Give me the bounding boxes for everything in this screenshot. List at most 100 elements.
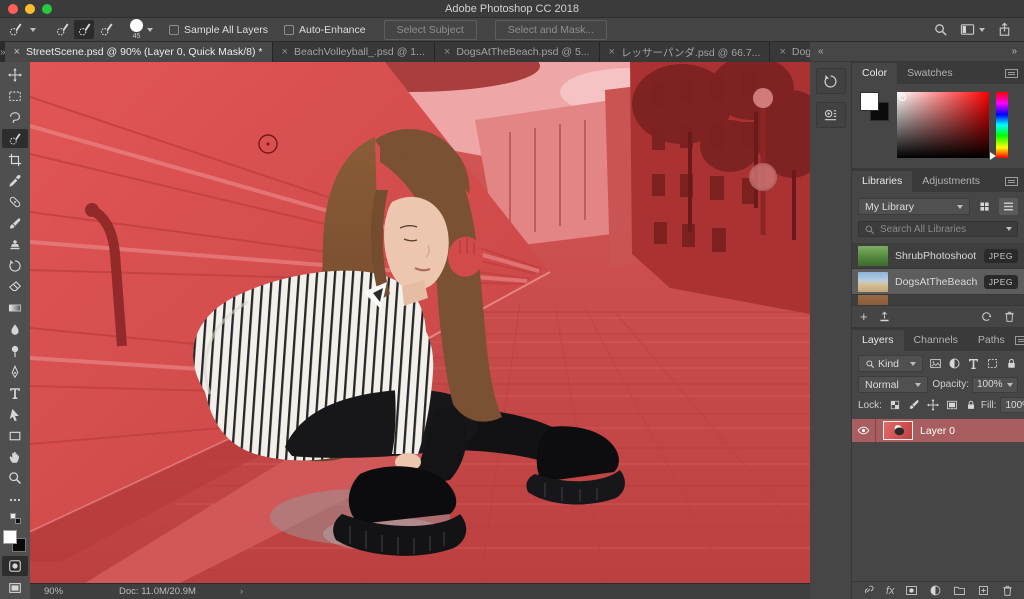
- layer-style-button[interactable]: fx: [886, 585, 895, 597]
- blur-tool[interactable]: [2, 320, 28, 340]
- close-icon[interactable]: ×: [282, 46, 288, 58]
- workspace-switcher[interactable]: [960, 22, 985, 37]
- layer-name[interactable]: Layer 0: [920, 425, 955, 437]
- expand-panels-icon[interactable]: »: [1011, 46, 1016, 57]
- library-item-shrubphotoshoot[interactable]: ShrubPhotoshoot JPEG: [852, 243, 1024, 269]
- hue-slider-pointer[interactable]: [990, 152, 996, 160]
- history-panel-button[interactable]: [815, 68, 846, 94]
- library-search-field[interactable]: Search All Libraries: [858, 221, 1018, 237]
- delete-layer-icon[interactable]: [1001, 584, 1014, 597]
- layer-row-layer0[interactable]: Layer 0: [852, 419, 1024, 442]
- collapse-panels-icon[interactable]: «: [818, 46, 823, 57]
- library-item-dogsatthebeach[interactable]: DogsAtTheBeach JPEG: [852, 269, 1024, 295]
- opacity-input[interactable]: 100%: [972, 376, 1018, 393]
- tab-lesserpanda[interactable]: × レッサーパンダ.psd @ 66.7...: [599, 42, 771, 62]
- filter-type-layers-icon[interactable]: [967, 357, 980, 370]
- tab-paths[interactable]: Paths: [968, 330, 1015, 351]
- foreground-background-colors[interactable]: [3, 529, 27, 554]
- auto-enhance-checkbox[interactable]: [284, 24, 295, 35]
- subtract-from-selection-button[interactable]: [96, 20, 116, 39]
- tab-streetscene[interactable]: × StreetScene.psd @ 90% (Layer 0, Quick …: [4, 42, 273, 62]
- crop-tool[interactable]: [2, 150, 28, 170]
- filter-shape-layers-icon[interactable]: [986, 357, 999, 370]
- clone-stamp-tool[interactable]: [2, 235, 28, 255]
- close-icon[interactable]: ×: [609, 46, 615, 58]
- close-icon[interactable]: ×: [779, 46, 785, 58]
- select-and-mask-button[interactable]: Select and Mask...: [494, 19, 608, 40]
- edit-toolbar-button[interactable]: [2, 490, 28, 510]
- auto-enhance-option[interactable]: Auto-Enhance: [284, 24, 366, 36]
- new-selection-button[interactable]: [52, 20, 72, 39]
- gradient-tool[interactable]: [2, 299, 28, 319]
- canvas-image[interactable]: [30, 62, 810, 583]
- grid-view-button[interactable]: [975, 198, 994, 215]
- brush-size-picker[interactable]: 45: [130, 19, 143, 40]
- tool-preset-picker[interactable]: [8, 22, 36, 37]
- trash-icon[interactable]: [1003, 310, 1016, 323]
- adjustment-layer-icon[interactable]: [929, 584, 942, 597]
- color-field-cursor[interactable]: [899, 94, 906, 101]
- sample-all-layers-checkbox[interactable]: [169, 24, 179, 35]
- eraser-tool[interactable]: [2, 277, 28, 297]
- status-chevron-icon[interactable]: ›: [240, 586, 243, 597]
- brush-tool[interactable]: [2, 214, 28, 234]
- add-to-selection-button[interactable]: [74, 20, 94, 39]
- layer-thumbnail[interactable]: [883, 421, 913, 440]
- list-view-button[interactable]: [999, 198, 1018, 215]
- lock-artboard-icon[interactable]: [946, 399, 958, 411]
- tab-color[interactable]: Color: [852, 62, 898, 84]
- eyedropper-tool[interactable]: [2, 171, 28, 191]
- link-layers-icon[interactable]: [862, 584, 875, 597]
- close-icon[interactable]: ×: [14, 46, 20, 58]
- lock-transparency-icon[interactable]: [889, 399, 901, 411]
- history-brush-tool[interactable]: [2, 256, 28, 276]
- screen-mode-button[interactable]: [2, 578, 28, 598]
- sample-all-layers-option[interactable]: Sample All Layers: [169, 24, 268, 36]
- tab-libraries[interactable]: Libraries: [852, 170, 913, 192]
- lasso-tool[interactable]: [2, 107, 28, 127]
- rectangle-tool[interactable]: [2, 426, 28, 446]
- device-preview-panel-button[interactable]: [815, 102, 846, 128]
- tab-layers[interactable]: Layers: [852, 329, 904, 351]
- tab-dogsatthebeach-psd[interactable]: × DogsAtTheBeach.psd @ 5...: [434, 42, 600, 62]
- quick-selection-tool[interactable]: [2, 128, 28, 149]
- foreground-color-swatch[interactable]: [860, 92, 879, 111]
- panel-menu-icon[interactable]: [1005, 68, 1018, 78]
- zoom-level[interactable]: 90%: [44, 586, 63, 597]
- fill-input[interactable]: 100%: [1000, 397, 1024, 413]
- library-item-partial[interactable]: [852, 295, 1024, 305]
- color-panel-swatches[interactable]: [860, 92, 890, 122]
- lock-position-icon[interactable]: [927, 399, 939, 411]
- blend-mode-select[interactable]: Normal: [858, 376, 929, 393]
- tab-swatches[interactable]: Swatches: [897, 63, 963, 84]
- chevron-down-icon[interactable]: [147, 27, 153, 32]
- search-icon[interactable]: [933, 22, 948, 37]
- default-colors-icon[interactable]: [9, 512, 21, 524]
- new-group-icon[interactable]: [953, 584, 966, 597]
- add-content-button[interactable]: +: [860, 310, 868, 323]
- saturation-brightness-field[interactable]: [897, 92, 989, 158]
- marquee-tool[interactable]: [2, 86, 28, 106]
- close-icon[interactable]: ×: [444, 46, 450, 58]
- type-tool[interactable]: [2, 384, 28, 404]
- dodge-tool[interactable]: [2, 341, 28, 361]
- sync-icon[interactable]: [980, 310, 993, 323]
- quick-mask-mode-button[interactable]: [2, 556, 28, 577]
- filter-pixel-layers-icon[interactable]: [929, 357, 942, 370]
- add-layer-mask-icon[interactable]: [905, 584, 918, 597]
- filter-adjustment-layers-icon[interactable]: [948, 357, 961, 370]
- move-tool[interactable]: [2, 65, 28, 85]
- hue-slider[interactable]: [990, 92, 1008, 160]
- foreground-color-swatch[interactable]: [3, 529, 17, 544]
- upload-icon[interactable]: [878, 310, 891, 323]
- layer-filter-select[interactable]: Kind: [858, 355, 923, 372]
- panel-menu-icon[interactable]: [1014, 335, 1024, 345]
- library-select[interactable]: My Library: [858, 198, 970, 215]
- lock-pixels-icon[interactable]: [908, 399, 920, 411]
- new-layer-icon[interactable]: [977, 584, 990, 597]
- document-canvas[interactable]: [30, 62, 810, 583]
- tab-channels[interactable]: Channels: [904, 330, 968, 351]
- panel-menu-icon[interactable]: [1005, 176, 1018, 186]
- tab-adjustments[interactable]: Adjustments: [912, 171, 990, 192]
- hand-tool[interactable]: [2, 447, 28, 467]
